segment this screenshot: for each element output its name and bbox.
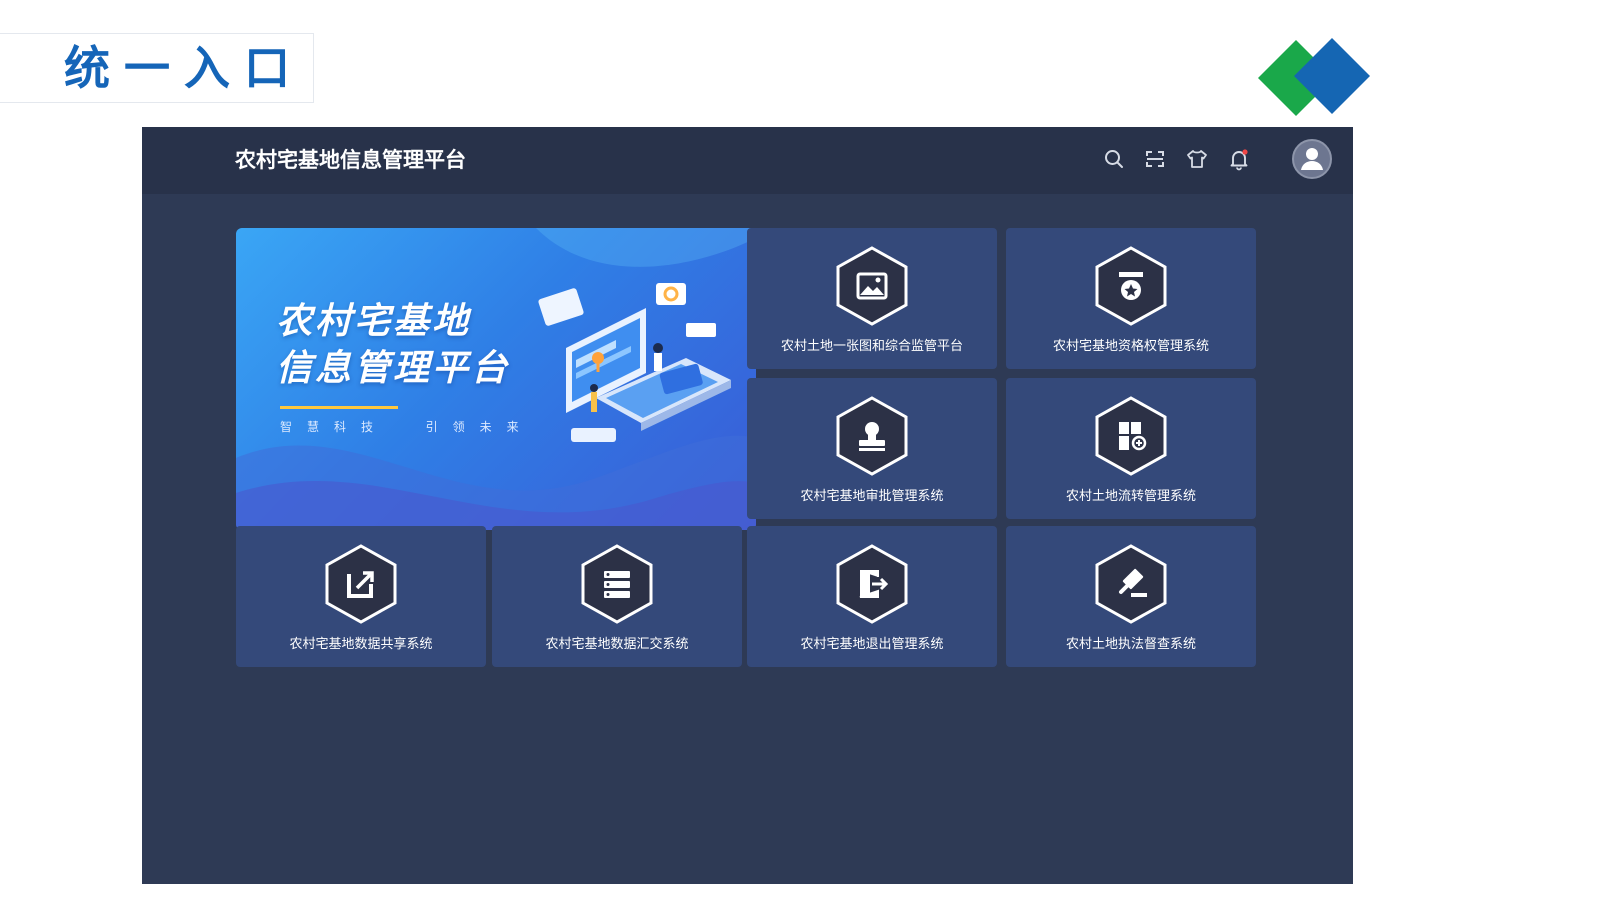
tile-label: 农村宅基地退出管理系统 <box>800 637 944 652</box>
tile-approval-management[interactable]: 农村宅基地审批管理系统 <box>747 378 997 519</box>
tile-qualification-rights[interactable]: 农村宅基地资格权管理系统 <box>1006 228 1256 369</box>
isometric-computer-illustration <box>538 283 731 442</box>
share-export-icon <box>325 544 397 624</box>
top-bar: 农村宅基地信息管理平台 <box>142 127 1353 194</box>
hero-banner: 农村宅基地 信息管理平台 智慧科技 引领未来 <box>236 228 756 530</box>
tile-label: 农村宅基地审批管理系统 <box>800 489 944 504</box>
banner-title-line2: 信息管理平台 <box>276 348 511 389</box>
tile-land-transfer[interactable]: 农村土地流转管理系统 <box>1006 378 1256 519</box>
app-title: 农村宅基地信息管理平台 <box>235 148 466 172</box>
tile-label: 农村宅基地数据汇交系统 <box>545 637 689 652</box>
gavel-icon <box>1095 544 1167 624</box>
banner-title: 农村宅基地 信息管理平台 <box>276 298 510 392</box>
shirt-icon[interactable] <box>1185 147 1209 171</box>
tile-label: 农村宅基地数据共享系统 <box>289 637 433 652</box>
tile-data-sharing[interactable]: 农村宅基地数据共享系统 <box>236 526 486 667</box>
exit-door-icon <box>836 544 908 624</box>
tile-label: 农村土地流转管理系统 <box>1065 489 1196 504</box>
tile-label: 农村土地一张图和综合监管平台 <box>780 339 963 354</box>
tile-land-map-platform[interactable]: 农村土地一张图和综合监管平台 <box>747 228 997 369</box>
tile-label: 农村宅基地资格权管理系统 <box>1052 339 1209 354</box>
stamp-icon <box>836 396 908 476</box>
app-window: 农村宅基地信息管理平台 农村宅基地 信息管理平台 智慧科技 引领未来 农村土地一… <box>142 127 1353 884</box>
user-avatar-icon[interactable] <box>1292 139 1332 179</box>
banner-slogan: 智慧科技 引领未来 <box>280 420 534 434</box>
slide-title: 统一入口 <box>64 41 304 95</box>
tile-label: 农村土地执法督查系统 <box>1065 637 1196 652</box>
picture-icon <box>836 246 908 326</box>
company-logo <box>1258 38 1370 118</box>
search-icon[interactable] <box>1102 147 1126 171</box>
bell-icon[interactable] <box>1227 147 1251 171</box>
fullscreen-icon[interactable] <box>1143 147 1167 171</box>
database-icon <box>581 544 653 624</box>
banner-title-line1: 农村宅基地 <box>276 301 472 342</box>
blocks-transfer-icon <box>1095 396 1167 476</box>
banner-divider <box>280 406 398 409</box>
tile-exit-management[interactable]: 农村宅基地退出管理系统 <box>747 526 997 667</box>
tile-law-enforcement[interactable]: 农村土地执法督查系统 <box>1006 526 1256 667</box>
tile-data-submission[interactable]: 农村宅基地数据汇交系统 <box>492 526 742 667</box>
medal-icon <box>1095 246 1167 326</box>
